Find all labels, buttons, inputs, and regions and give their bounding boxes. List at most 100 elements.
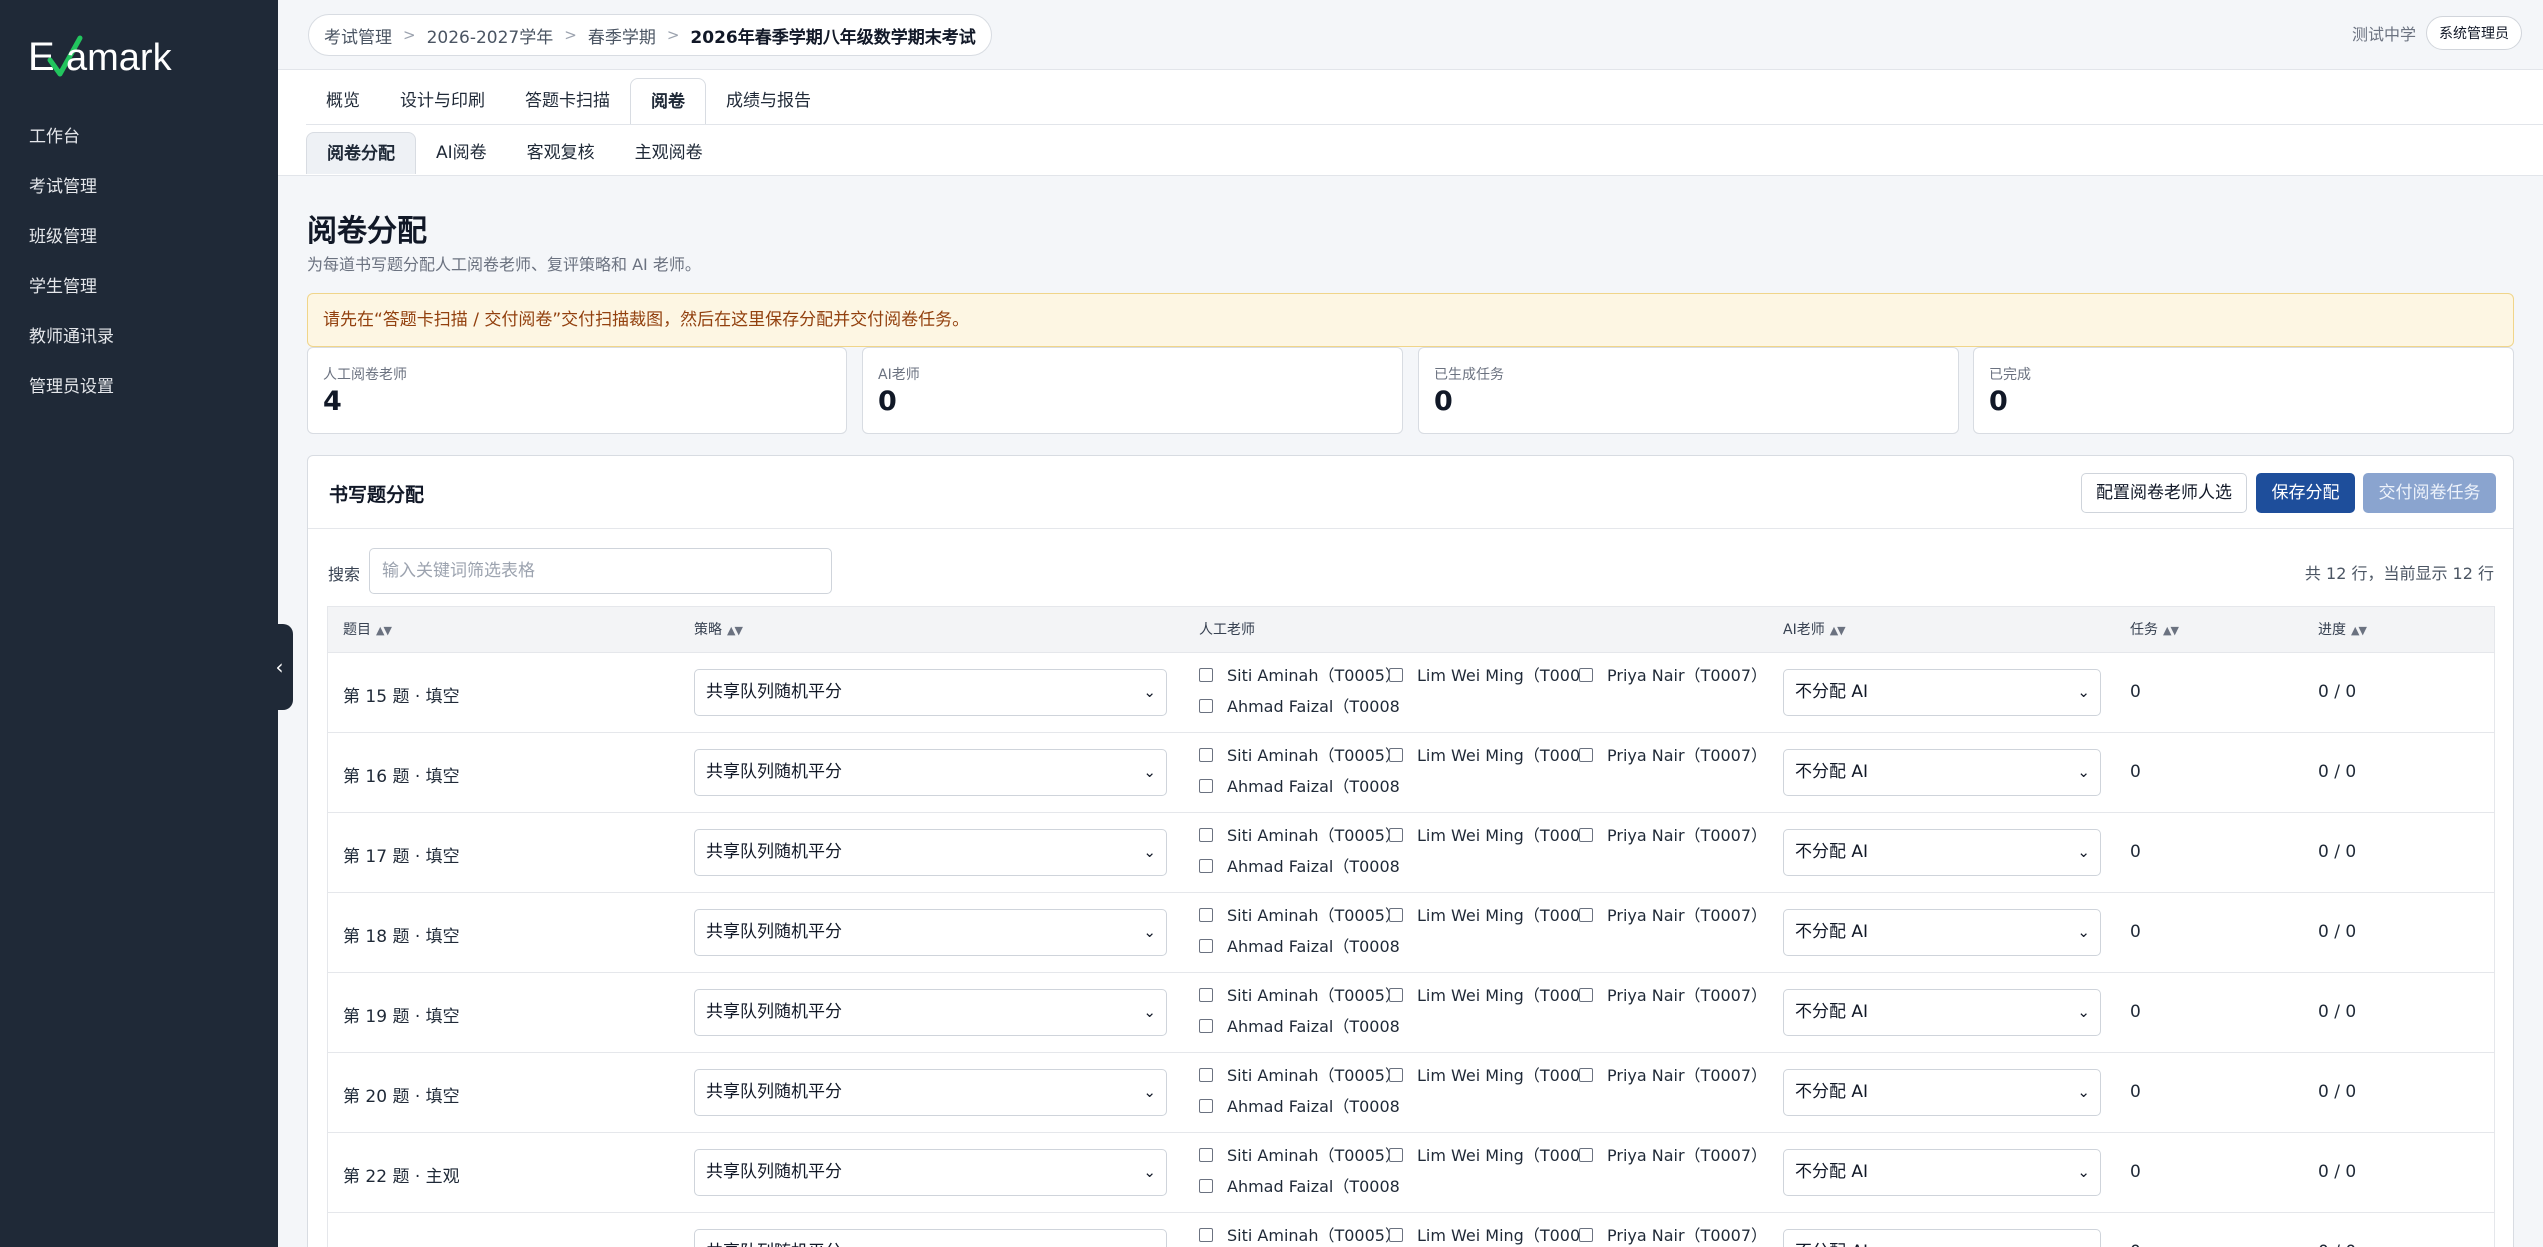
ai-teacher-select[interactable]: 不分配 AI ⌄ xyxy=(1783,909,2101,956)
sidebar-item-exam-management[interactable]: 考试管理 xyxy=(0,162,278,212)
column-header-ai-teacher[interactable]: AI老师 ▲▼ xyxy=(1783,607,1846,654)
teacher-checkbox[interactable]: Lim Wei Ming（T0006） xyxy=(1389,904,1579,928)
sidebar-item-student-management[interactable]: 学生管理 xyxy=(0,262,278,312)
teacher-checkbox[interactable]: Siti Aminah（T0005） xyxy=(1199,1224,1399,1247)
strategy-select[interactable]: 共享队列随机平分 ⌄ xyxy=(694,829,1167,876)
save-assignment-button[interactable]: 保存分配 xyxy=(2256,473,2355,513)
teacher-checkbox[interactable]: Priya Nair（T0007） xyxy=(1579,1144,1779,1168)
breadcrumb-item-year[interactable]: 2026-2027学年 xyxy=(427,23,554,48)
checkbox-icon[interactable] xyxy=(1579,828,1593,842)
teacher-checkbox[interactable]: Siti Aminah（T0005） xyxy=(1199,824,1399,848)
checkbox-icon[interactable] xyxy=(1579,1068,1593,1082)
teacher-checkbox[interactable]: Ahmad Faizal（T0008） xyxy=(1199,935,1399,959)
checkbox-icon[interactable] xyxy=(1199,748,1213,762)
ai-teacher-select[interactable]: 不分配 AI ⌄ xyxy=(1783,1229,2101,1247)
checkbox-icon[interactable] xyxy=(1389,748,1403,762)
submit-marking-tasks-button[interactable]: 交付阅卷任务 xyxy=(2363,473,2496,513)
checkbox-icon[interactable] xyxy=(1199,1148,1213,1162)
teacher-checkbox[interactable]: Siti Aminah（T0005） xyxy=(1199,1064,1399,1088)
tab-scores-reports[interactable]: 成绩与报告 xyxy=(706,78,831,124)
teacher-checkbox[interactable]: Priya Nair（T0007） xyxy=(1579,1064,1779,1088)
checkbox-icon[interactable] xyxy=(1199,1228,1213,1242)
teacher-checkbox[interactable]: Priya Nair（T0007） xyxy=(1579,824,1779,848)
checkbox-icon[interactable] xyxy=(1199,828,1213,842)
strategy-select[interactable]: 共享队列随机平分 ⌄ xyxy=(694,1149,1167,1196)
teacher-checkbox[interactable]: Siti Aminah（T0005） xyxy=(1199,744,1399,768)
checkbox-icon[interactable] xyxy=(1389,668,1403,682)
ai-teacher-select[interactable]: 不分配 AI ⌄ xyxy=(1783,749,2101,796)
checkbox-icon[interactable] xyxy=(1199,779,1213,793)
teacher-checkbox[interactable]: Lim Wei Ming（T0006） xyxy=(1389,1144,1579,1168)
ai-teacher-select[interactable]: 不分配 AI ⌄ xyxy=(1783,1069,2101,1116)
teacher-checkbox[interactable]: Priya Nair（T0007） xyxy=(1579,984,1779,1008)
checkbox-icon[interactable] xyxy=(1199,668,1213,682)
checkbox-icon[interactable] xyxy=(1199,1068,1213,1082)
strategy-select[interactable]: 共享队列随机平分 ⌄ xyxy=(694,1069,1167,1116)
tab-design-print[interactable]: 设计与印刷 xyxy=(380,78,505,124)
ai-teacher-select[interactable]: 不分配 AI ⌄ xyxy=(1783,829,2101,876)
teacher-checkbox[interactable]: Lim Wei Ming（T0006） xyxy=(1389,984,1579,1008)
teacher-checkbox[interactable]: Lim Wei Ming（T0006） xyxy=(1389,824,1579,848)
strategy-select[interactable]: 共享队列随机平分 ⌄ xyxy=(694,1229,1167,1247)
checkbox-icon[interactable] xyxy=(1199,1099,1213,1113)
sidebar-item-workbench[interactable]: 工作台 xyxy=(0,112,278,162)
ai-teacher-select[interactable]: 不分配 AI ⌄ xyxy=(1783,989,2101,1036)
breadcrumb-item-exam-management[interactable]: 考试管理 xyxy=(324,23,392,48)
column-header-strategy[interactable]: 策略 ▲▼ xyxy=(694,607,743,654)
sidebar-item-teacher-directory[interactable]: 教师通讯录 xyxy=(0,312,278,362)
teacher-checkbox[interactable]: Ahmad Faizal（T0008） xyxy=(1199,1015,1399,1039)
subtab-subjective-marking[interactable]: 主观阅卷 xyxy=(615,132,723,174)
checkbox-icon[interactable] xyxy=(1199,1019,1213,1033)
tab-scan[interactable]: 答题卡扫描 xyxy=(505,78,630,124)
role-badge[interactable]: 系统管理员 xyxy=(2426,16,2522,50)
teacher-checkbox[interactable]: Lim Wei Ming（T0006） xyxy=(1389,1064,1579,1088)
checkbox-icon[interactable] xyxy=(1389,1228,1403,1242)
teacher-checkbox[interactable]: Siti Aminah（T0005） xyxy=(1199,904,1399,928)
teacher-checkbox[interactable]: Ahmad Faizal（T0008） xyxy=(1199,855,1399,879)
search-input[interactable] xyxy=(369,548,832,594)
strategy-select[interactable]: 共享队列随机平分 ⌄ xyxy=(694,669,1167,716)
teacher-checkbox[interactable]: Lim Wei Ming（T0006） xyxy=(1389,664,1579,688)
teacher-checkbox[interactable]: Ahmad Faizal（T0008） xyxy=(1199,1095,1399,1119)
teacher-checkbox[interactable]: Siti Aminah（T0005） xyxy=(1199,984,1399,1008)
checkbox-icon[interactable] xyxy=(1199,1179,1213,1193)
teacher-checkbox[interactable]: Ahmad Faizal（T0008） xyxy=(1199,775,1399,799)
checkbox-icon[interactable] xyxy=(1199,908,1213,922)
checkbox-icon[interactable] xyxy=(1389,828,1403,842)
configure-teachers-button[interactable]: 配置阅卷老师人选 xyxy=(2081,473,2247,513)
checkbox-icon[interactable] xyxy=(1389,988,1403,1002)
column-header-question[interactable]: 题目 ▲▼ xyxy=(343,607,392,654)
checkbox-icon[interactable] xyxy=(1199,699,1213,713)
checkbox-icon[interactable] xyxy=(1579,748,1593,762)
teacher-checkbox[interactable]: Priya Nair（T0007） xyxy=(1579,904,1779,928)
teacher-checkbox[interactable]: Lim Wei Ming（T0006） xyxy=(1389,1224,1579,1247)
sidebar-item-admin-settings[interactable]: 管理员设置 xyxy=(0,362,278,412)
sidebar-item-class-management[interactable]: 班级管理 xyxy=(0,212,278,262)
subtab-ai-marking[interactable]: AI阅卷 xyxy=(416,132,507,174)
tab-marking[interactable]: 阅卷 xyxy=(630,78,706,124)
teacher-checkbox[interactable]: Priya Nair（T0007） xyxy=(1579,664,1779,688)
checkbox-icon[interactable] xyxy=(1389,1148,1403,1162)
strategy-select[interactable]: 共享队列随机平分 ⌄ xyxy=(694,909,1167,956)
sidebar-collapse-button[interactable]: ‹ xyxy=(266,624,293,710)
checkbox-icon[interactable] xyxy=(1389,1068,1403,1082)
checkbox-icon[interactable] xyxy=(1579,908,1593,922)
logo[interactable]: E amark xyxy=(28,30,228,82)
teacher-checkbox[interactable]: Siti Aminah（T0005） xyxy=(1199,664,1399,688)
teacher-checkbox[interactable]: Priya Nair（T0007） xyxy=(1579,1224,1779,1247)
strategy-select[interactable]: 共享队列随机平分 ⌄ xyxy=(694,749,1167,796)
strategy-select[interactable]: 共享队列随机平分 ⌄ xyxy=(694,989,1167,1036)
teacher-checkbox[interactable]: Lim Wei Ming（T0006） xyxy=(1389,744,1579,768)
checkbox-icon[interactable] xyxy=(1199,939,1213,953)
checkbox-icon[interactable] xyxy=(1579,988,1593,1002)
breadcrumb-item-term[interactable]: 春季学期 xyxy=(588,23,656,48)
checkbox-icon[interactable] xyxy=(1389,908,1403,922)
teacher-checkbox[interactable]: Ahmad Faizal（T0008） xyxy=(1199,695,1399,719)
teacher-checkbox[interactable]: Priya Nair（T0007） xyxy=(1579,744,1779,768)
checkbox-icon[interactable] xyxy=(1199,859,1213,873)
subtab-objective-review[interactable]: 客观复核 xyxy=(507,132,615,174)
column-header-progress[interactable]: 进度 ▲▼ xyxy=(2318,607,2367,654)
ai-teacher-select[interactable]: 不分配 AI ⌄ xyxy=(1783,669,2101,716)
tab-overview[interactable]: 概览 xyxy=(306,78,380,124)
ai-teacher-select[interactable]: 不分配 AI ⌄ xyxy=(1783,1149,2101,1196)
